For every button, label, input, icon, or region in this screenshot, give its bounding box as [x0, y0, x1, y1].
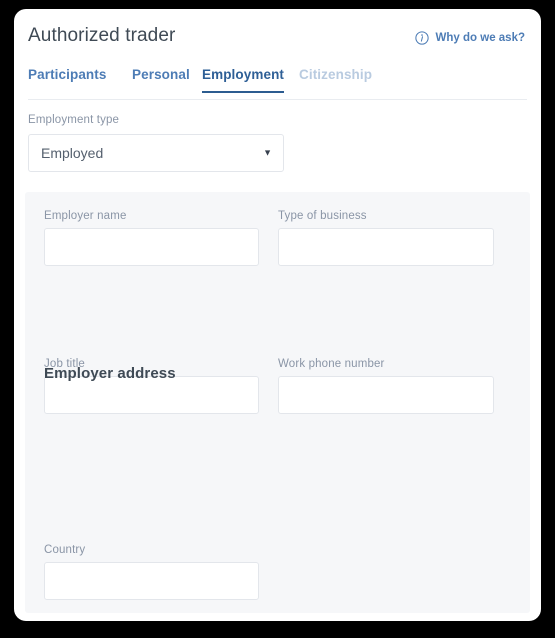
type-of-business-input[interactable] [278, 228, 494, 266]
row-country: Country [44, 544, 511, 616]
employer-address-title: Employer address [44, 365, 176, 382]
chevron-down-icon: ▼ [263, 147, 272, 158]
employment-type-value: Employed [41, 145, 104, 161]
country-label: Country [44, 544, 86, 556]
row-employer: Employer name Type of business [44, 210, 511, 284]
card-header: Authorized trader Why do we ask? [14, 9, 541, 67]
work-phone-number-group: Work phone number [278, 358, 494, 414]
tab-bar: Participants Personal Employment Citizen… [28, 67, 527, 100]
type-of-business-group: Type of business [278, 210, 494, 266]
work-phone-number-label: Work phone number [278, 358, 385, 370]
employment-type-label: Employment type [28, 114, 120, 126]
employment-type-group: Employment type Employed ▼ [28, 114, 527, 186]
info-circle-icon [414, 31, 429, 45]
tab-participants[interactable]: Participants [28, 67, 106, 91]
tab-citizenship[interactable]: Citizenship [299, 67, 372, 91]
employer-name-input[interactable] [44, 228, 259, 266]
country-input[interactable] [44, 562, 259, 600]
why-do-we-ask-label: Why do we ask? [435, 32, 525, 44]
country-group: Country [44, 544, 259, 600]
employment-details-content: Employer name Type of business Job title… [44, 210, 511, 600]
work-phone-number-input[interactable] [278, 376, 494, 414]
page-title: Authorized trader [28, 25, 176, 46]
employment-type-select[interactable]: Employed ▼ [28, 134, 284, 172]
why-do-we-ask-link[interactable]: Why do we ask? [414, 31, 525, 45]
tab-employment[interactable]: Employment [202, 67, 285, 93]
employer-name-group: Employer name [44, 210, 259, 266]
employment-details-panel: Employer name Type of business Job title… [25, 192, 530, 613]
authorized-trader-card: Authorized trader Why do we ask? Partici… [14, 9, 541, 621]
type-of-business-label: Type of business [278, 210, 367, 222]
tab-personal[interactable]: Personal [132, 67, 190, 91]
employer-name-label: Employer name [44, 210, 127, 222]
